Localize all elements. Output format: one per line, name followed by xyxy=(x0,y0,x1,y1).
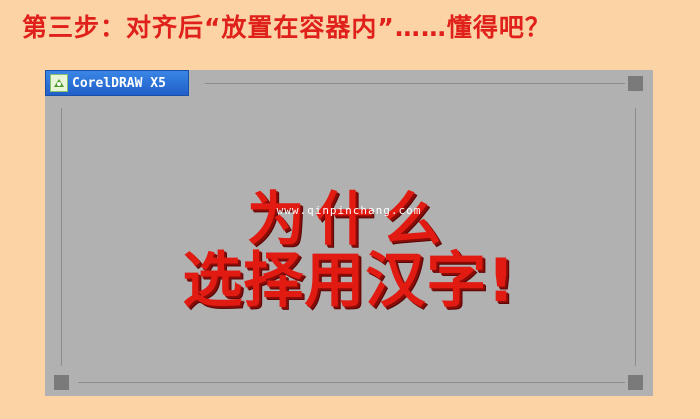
app-badge: CorelDRAW X5 xyxy=(45,70,189,96)
step-title: 第三步：对齐后“放置在容器内”……懂得吧？ xyxy=(22,13,551,42)
frame-line-bottom xyxy=(78,382,625,383)
watermark: www.qinpinchang.com xyxy=(276,204,422,217)
coreldraw-canvas: CorelDRAW X5 为什么 www.qinpinchang.com 选择用… xyxy=(45,70,653,396)
handle-bottom-right[interactable] xyxy=(628,375,643,390)
handle-top-right[interactable] xyxy=(628,76,643,91)
app-name: CorelDRAW X5 xyxy=(72,75,166,91)
frame-line-top xyxy=(205,83,625,84)
coreldraw-logo-icon xyxy=(50,74,68,92)
handle-bottom-left[interactable] xyxy=(54,375,69,390)
headline-line-2: 选择用汉字! xyxy=(182,246,516,316)
